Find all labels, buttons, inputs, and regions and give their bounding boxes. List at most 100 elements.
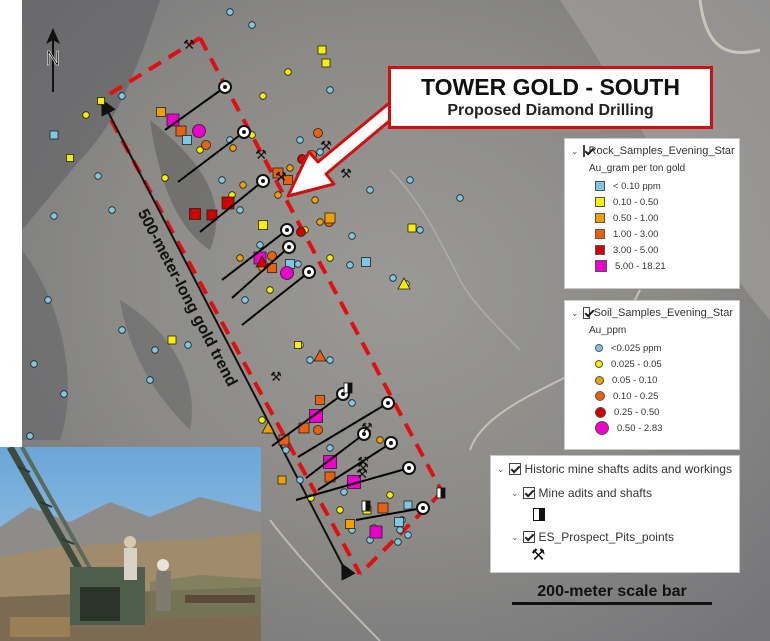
adit-shaft-icon bbox=[436, 487, 442, 499]
adit-shaft-icon bbox=[365, 500, 371, 512]
soil-legend-row: 0.025 - 0.05 bbox=[595, 356, 733, 372]
soil-sample-point bbox=[340, 488, 348, 496]
rock-sample-square bbox=[156, 107, 166, 117]
rock-sample-square bbox=[345, 519, 355, 529]
soil-sample-point bbox=[326, 356, 334, 364]
soil-sample-point bbox=[396, 526, 404, 534]
layer-visibility-checkbox[interactable] bbox=[522, 531, 535, 543]
rock-sample-square bbox=[49, 130, 59, 140]
chevron-down-icon[interactable]: ⌄ bbox=[571, 308, 579, 319]
adits-layer-name: Mine adits and shafts bbox=[538, 486, 652, 500]
adit-shaft-icon bbox=[347, 382, 353, 394]
soil-sample-point bbox=[306, 356, 314, 364]
crossed-picks-icon: ⚒ bbox=[531, 547, 546, 564]
layer-visibility-checkbox[interactable] bbox=[582, 145, 585, 157]
soil-sample-point bbox=[326, 444, 334, 452]
soil-sample-point bbox=[406, 176, 414, 184]
rock-sample-square bbox=[403, 500, 413, 510]
drill-collar-center bbox=[407, 466, 411, 470]
soil-swatch bbox=[595, 344, 603, 352]
crossed-picks-icon: ⚒ bbox=[361, 420, 373, 435]
workings-group-name: Historic mine shafts adits and workings bbox=[524, 462, 732, 476]
soil-legend-header[interactable]: ⌄ Soil_Samples_Evening_Star bbox=[571, 307, 733, 319]
drill-rig-photo bbox=[0, 447, 261, 641]
layer-visibility-checkbox[interactable] bbox=[582, 307, 590, 319]
adits-layer-header[interactable]: ⌄ Mine adits and shafts bbox=[511, 486, 733, 500]
rock-swatch bbox=[595, 181, 605, 191]
rock-sample-square bbox=[97, 97, 105, 105]
rock-legend-header[interactable]: ⌄ Rock_Samples_Evening_Star bbox=[571, 145, 735, 157]
soil-sample-point bbox=[296, 136, 304, 144]
soil-sample-point bbox=[60, 390, 68, 398]
rock-sample-square bbox=[369, 525, 383, 539]
soil-sample-point bbox=[44, 296, 52, 304]
crossed-picks-icon: ⚒ bbox=[270, 369, 282, 384]
map-title: TOWER GOLD - SOUTH bbox=[421, 74, 680, 100]
soil-sample-point bbox=[294, 260, 302, 268]
rock-sample-square bbox=[324, 212, 336, 224]
soil-sample-point bbox=[229, 144, 237, 152]
pits-layer-header[interactable]: ⌄ ES_Prospect_Pits_points bbox=[511, 530, 733, 544]
crossed-picks-icon: ⚒ bbox=[255, 147, 267, 162]
rock-sample-magenta bbox=[192, 124, 206, 138]
soil-swatch bbox=[595, 375, 604, 385]
adit-shaft-icon bbox=[440, 487, 446, 499]
drill-collar-center bbox=[287, 245, 291, 249]
soil-swatch bbox=[595, 406, 606, 418]
rock-class-label: 0.10 - 0.50 bbox=[613, 196, 659, 208]
soil-sample-point bbox=[146, 376, 154, 384]
soil-sample-point bbox=[284, 68, 292, 76]
drill-engine bbox=[80, 587, 120, 621]
soil-class-label: 0.50 - 2.83 bbox=[617, 422, 663, 434]
soil-sample-point bbox=[366, 186, 374, 194]
soil-sample-point bbox=[239, 181, 247, 189]
drill-collar-center bbox=[242, 130, 246, 134]
soil-legend-layer-name: Soil_Samples_Evening_Star bbox=[593, 307, 733, 319]
rock-swatch bbox=[595, 260, 607, 272]
soil-legend-field: Au_ppm bbox=[589, 325, 627, 336]
soil-sample-point bbox=[241, 296, 249, 304]
workings-legend: ⌄ Historic mine shafts adits and working… bbox=[490, 455, 740, 573]
rock-class-label: 3.00 - 5.00 bbox=[613, 244, 659, 256]
soil-sample-point bbox=[226, 8, 234, 16]
rock-sample-square bbox=[294, 341, 302, 349]
soil-sample-point bbox=[348, 232, 356, 240]
soil-class-label: 0.025 - 0.05 bbox=[611, 358, 662, 370]
rock-sample-square bbox=[277, 475, 287, 485]
soil-sample-point bbox=[118, 326, 126, 334]
rock-sample-square bbox=[394, 517, 404, 527]
soil-sample-point bbox=[286, 164, 294, 172]
title-box: TOWER GOLD - SOUTH Proposed Diamond Dril… bbox=[388, 66, 713, 129]
soil-sample-point bbox=[404, 531, 412, 539]
rock-legend-row: 0.50 - 1.00 bbox=[595, 210, 733, 226]
soil-sample-point bbox=[394, 538, 402, 546]
adit-shaft-symbol-icon bbox=[533, 508, 545, 521]
drill-collar-center bbox=[307, 270, 311, 274]
rock-class-label: 1.00 - 3.00 bbox=[613, 228, 659, 240]
soil-legend-row: 0.05 - 0.10 bbox=[595, 372, 733, 388]
soil-legend-row: <0.025 ppm bbox=[595, 340, 733, 356]
chevron-down-icon[interactable]: ⌄ bbox=[511, 488, 519, 499]
worker bbox=[157, 559, 169, 571]
rock-sample-square bbox=[189, 208, 201, 220]
soil-sample-point bbox=[94, 172, 102, 180]
left-edge-text bbox=[0, 0, 22, 70]
rock-legend-field: Au_gram per ton gold bbox=[589, 163, 686, 174]
soil-class-label: 0.25 - 0.50 bbox=[614, 406, 660, 418]
soil-sample-point bbox=[346, 261, 354, 269]
workings-group-header[interactable]: ⌄ Historic mine shafts adits and working… bbox=[497, 462, 733, 476]
soil-sample-point bbox=[82, 111, 90, 119]
rock-sample-magenta bbox=[280, 266, 294, 280]
rock-sample-square bbox=[175, 125, 187, 137]
group-visibility-checkbox[interactable] bbox=[508, 463, 521, 475]
rock-sample-square bbox=[66, 154, 74, 162]
chevron-down-icon[interactable]: ⌄ bbox=[511, 532, 519, 543]
soil-sample-point bbox=[258, 416, 266, 424]
soil-sample-point bbox=[386, 491, 394, 499]
rock-sample-square bbox=[361, 257, 371, 267]
crossed-picks-icon: ⚒ bbox=[183, 37, 195, 52]
chevron-down-icon[interactable]: ⌄ bbox=[497, 464, 505, 475]
chevron-down-icon[interactable]: ⌄ bbox=[571, 146, 579, 157]
rock-class-label: < 0.10 ppm bbox=[613, 180, 661, 192]
layer-visibility-checkbox[interactable] bbox=[522, 487, 535, 499]
